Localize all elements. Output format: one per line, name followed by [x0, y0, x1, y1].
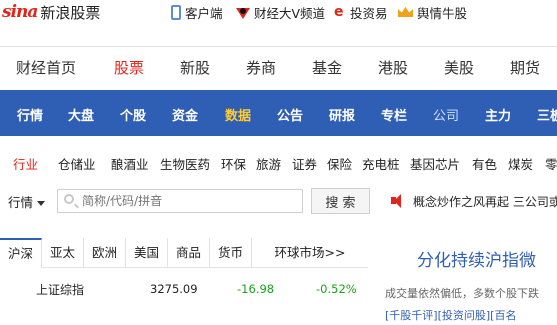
sub-nav: 行情 大盘 个股 资金 数据 公告 研报 专栏 公司 主力 三板: [0, 90, 557, 136]
tab-global-markets[interactable]: 环球市场>>: [252, 238, 368, 268]
nav-us-stocks[interactable]: 美股: [444, 57, 474, 78]
nav-brokers[interactable]: 券商: [246, 57, 276, 78]
weibo-icon: [236, 6, 250, 19]
search-row: 行情 搜 索 概念炒作之风再起 三公司或: [0, 188, 557, 214]
index-change: -16.98: [237, 282, 275, 296]
subnav-quotes[interactable]: 行情: [17, 105, 43, 124]
sina-logo[interactable]: sina 新浪股票: [2, 1, 100, 23]
tab-currency[interactable]: 货币: [210, 238, 252, 268]
weibo-channel-label: 财经大V频道: [254, 5, 326, 21]
search-type-label: 行情: [8, 195, 34, 210]
touziyi-link[interactable]: e 投资易: [334, 3, 388, 21]
subnav-neeq[interactable]: 三板: [537, 105, 557, 124]
news-headline[interactable]: 分化持续沪指微: [417, 246, 536, 271]
yuqing-link[interactable]: 舆情牛股: [398, 3, 467, 21]
subnav-research[interactable]: 研报: [329, 105, 355, 124]
subnav-columns[interactable]: 专栏: [381, 105, 407, 124]
tab-hushen[interactable]: 沪深: [0, 238, 42, 268]
cat-tourism[interactable]: 旅游: [256, 154, 281, 173]
market-tabs: 沪深 亚太 欧洲 美国 商品 货币 环球市场>>: [0, 238, 368, 268]
news-links[interactable]: [千股千评][投资问股][百名: [385, 307, 516, 323]
speaker-icon: [391, 194, 405, 208]
search-button[interactable]: 搜 索: [311, 188, 370, 214]
nav-futures[interactable]: 期货: [510, 57, 540, 78]
cat-charging-pile[interactable]: 充电桩: [362, 154, 400, 173]
nav-finance-home[interactable]: 财经首页: [16, 57, 76, 78]
subnav-main-force[interactable]: 主力: [485, 105, 511, 124]
cat-environmental[interactable]: 环保: [221, 154, 246, 173]
industry-categories: 行业 仓储业 酿酒业 生物医药 环保 旅游 证券 保险 充电桩 基因芯片 有色 …: [0, 150, 557, 176]
top-bar: sina 新浪股票 客户端 财经大V频道 e 投资易 舆情牛股: [0, 0, 557, 26]
subnav-announcements[interactable]: 公告: [277, 105, 303, 124]
logo-text: 新浪股票: [40, 3, 101, 22]
subnav-funds-flow[interactable]: 资金: [172, 105, 198, 124]
weibo-channel-link[interactable]: 财经大V频道: [236, 3, 325, 21]
yuqing-label: 舆情牛股: [417, 5, 468, 21]
search-box: [57, 189, 303, 213]
search-input[interactable]: [82, 192, 296, 210]
nav-stocks[interactable]: 股票: [114, 57, 144, 78]
search-type-select[interactable]: 行情: [8, 192, 46, 211]
chevron-down-icon: [37, 201, 46, 206]
index-name[interactable]: 上证综指: [36, 281, 84, 298]
tab-asia-pacific[interactable]: 亚太: [42, 238, 84, 268]
search-icon: [64, 194, 74, 204]
cat-liquor[interactable]: 酿酒业: [111, 154, 149, 173]
cat-gene-chip[interactable]: 基因芯片: [410, 154, 460, 173]
touziyi-label: 投资易: [350, 5, 388, 21]
nav-funds[interactable]: 基金: [312, 57, 342, 78]
main-nav: 财经首页 股票 新股 券商 基金 港股 美股 期货: [0, 46, 557, 86]
phone-icon: [171, 4, 181, 20]
cat-nonferrous[interactable]: 有色: [472, 154, 497, 173]
cat-biomedicine[interactable]: 生物医药: [160, 154, 210, 173]
subnav-companies[interactable]: 公司: [433, 105, 459, 124]
index-quote-row[interactable]: 上证综指 3275.09 -16.98 -0.52%: [0, 281, 368, 299]
cat-insurance[interactable]: 保险: [327, 154, 352, 173]
touziyi-icon: e: [334, 4, 344, 20]
news-summary: 成交量依然偏低，多数个股下跌: [385, 287, 539, 300]
cat-securities[interactable]: 证券: [292, 154, 317, 173]
subnav-data[interactable]: 数据: [225, 105, 251, 124]
cat-coal[interactable]: 煤炭: [508, 154, 533, 173]
crown-icon: [398, 5, 413, 19]
index-price: 3275.09: [150, 282, 198, 296]
news-ticker[interactable]: 概念炒作之风再起 三公司或: [413, 193, 557, 210]
tab-commodities[interactable]: 商品: [168, 238, 210, 268]
tab-usa[interactable]: 美国: [126, 238, 168, 268]
cat-more[interactable]: 零: [545, 154, 557, 173]
tab-europe[interactable]: 欧洲: [84, 238, 126, 268]
logo-mark: sina: [2, 2, 38, 22]
cat-warehousing[interactable]: 仓储业: [58, 154, 96, 173]
subnav-individual[interactable]: 个股: [120, 105, 146, 124]
client-link[interactable]: 客户端: [171, 3, 223, 21]
cat-industry[interactable]: 行业: [13, 154, 38, 173]
nav-new-stocks[interactable]: 新股: [180, 57, 210, 78]
index-change-pct: -0.52%: [316, 282, 357, 296]
nav-hk-stocks[interactable]: 港股: [378, 57, 408, 78]
client-link-label: 客户端: [185, 5, 223, 21]
subnav-market[interactable]: 大盘: [68, 105, 94, 124]
